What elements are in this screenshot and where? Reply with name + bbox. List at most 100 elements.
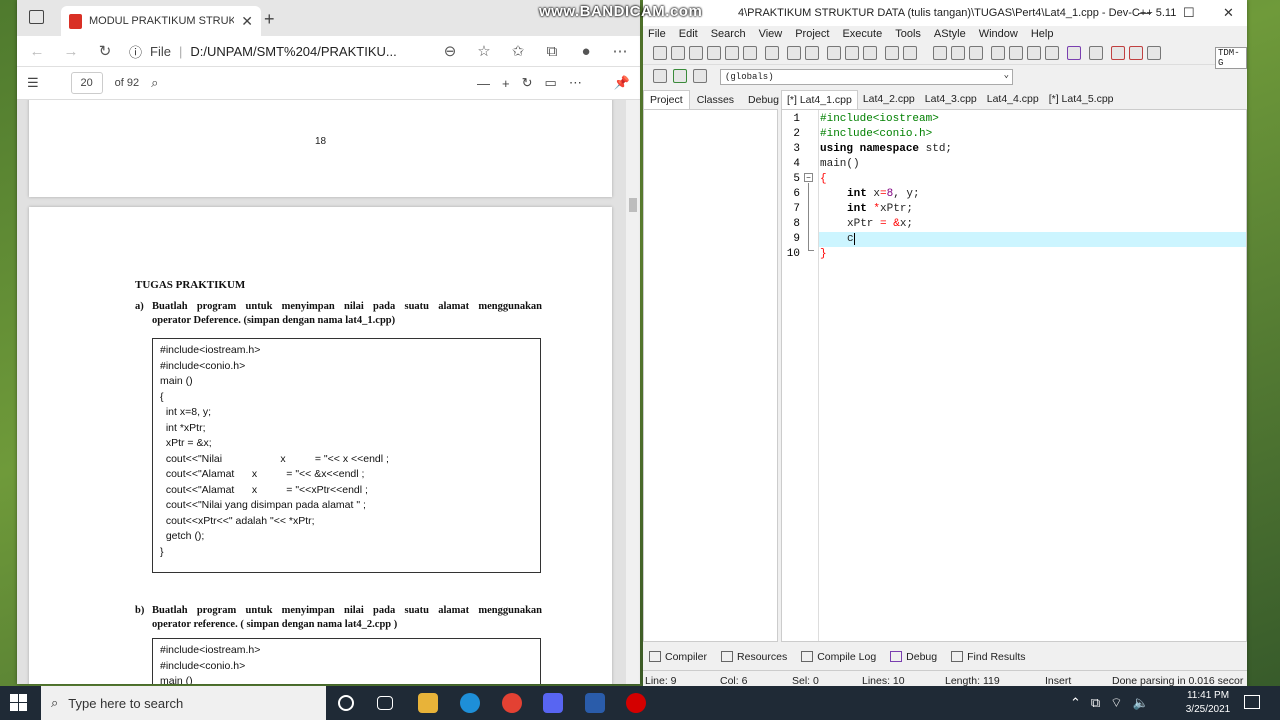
tab-find-results[interactable]: Find Results: [951, 651, 1025, 663]
menu-edit[interactable]: Edit: [679, 28, 698, 40]
pin-icon[interactable]: 📌: [614, 75, 630, 91]
tray-chevron-icon[interactable]: ⌃: [1070, 695, 1081, 711]
menu-search[interactable]: Search: [711, 28, 746, 40]
unindent-icon[interactable]: [951, 46, 965, 60]
favorites-icon[interactable]: ✩: [508, 42, 528, 60]
file-tab-lat4-4[interactable]: Lat4_4.cpp: [982, 90, 1044, 110]
chrome-icon[interactable]: [502, 693, 522, 713]
find-next-icon[interactable]: [863, 46, 877, 60]
network-icon[interactable]: ⌔: [1110, 695, 1122, 711]
file-tab-lat4-5[interactable]: [*] Lat4_5.cpp: [1044, 90, 1119, 110]
back-icon[interactable]: ←: [27, 43, 47, 60]
notifications-icon[interactable]: [1244, 695, 1260, 709]
tab-compile-log[interactable]: Compile Log: [801, 651, 876, 663]
taskbar-search[interactable]: ⌕ Type here to search: [41, 686, 326, 720]
info-icon[interactable]: ⓘ: [129, 42, 142, 61]
zoom-icon[interactable]: ⊖: [440, 42, 460, 60]
check-syntax-icon[interactable]: [1067, 46, 1081, 60]
find-text-icon[interactable]: [827, 46, 841, 60]
new-file-icon[interactable]: [653, 46, 667, 60]
code-editor[interactable]: 1 2 3 4 5 6 7 8 9 10 − #include<iostream…: [781, 109, 1247, 642]
find-icon[interactable]: ⌕: [151, 75, 158, 91]
add-to-project-icon[interactable]: [1009, 46, 1023, 60]
close-icon[interactable]: ✕: [1223, 5, 1234, 21]
fit-page-icon[interactable]: ▭: [545, 75, 557, 91]
indent-icon[interactable]: [933, 46, 947, 60]
menu-file[interactable]: File: [648, 28, 666, 40]
print-icon[interactable]: [765, 46, 779, 60]
more-icon[interactable]: ⋯: [610, 42, 630, 60]
save-icon[interactable]: [689, 46, 703, 60]
volume-icon[interactable]: 🔈: [1132, 695, 1148, 711]
file-tab-lat4-2[interactable]: Lat4_2.cpp: [858, 90, 920, 110]
tab-project[interactable]: Project: [643, 90, 690, 110]
page-number-input[interactable]: 20: [70, 72, 103, 94]
menu-project[interactable]: Project: [795, 28, 829, 40]
compile-run-icon[interactable]: [693, 69, 707, 83]
rotate-icon[interactable]: ↻: [522, 75, 533, 91]
forward-icon[interactable]: →: [61, 43, 81, 60]
globals-dropdown[interactable]: (globals) ⌄: [720, 69, 1013, 85]
menu-window[interactable]: Window: [979, 28, 1018, 40]
tray-app-icon[interactable]: ⧉: [1091, 695, 1100, 711]
tab-actions-icon[interactable]: [29, 10, 44, 24]
file-tab-lat4-1[interactable]: [*] Lat4_1.cpp: [781, 90, 858, 110]
devcpp-taskbar-icon[interactable]: [585, 693, 605, 713]
close-file-icon[interactable]: [725, 46, 739, 60]
toggle-bookmark-icon[interactable]: [903, 46, 917, 60]
zoom-in-icon[interactable]: +: [502, 76, 510, 91]
tab-resources[interactable]: Resources: [721, 651, 787, 663]
bandicam-icon[interactable]: [626, 693, 646, 713]
tab-debug[interactable]: Debug: [741, 90, 786, 110]
address-bar[interactable]: ⓘ File | D:/UNPAM/SMT%204/PRAKTIKU...: [129, 42, 426, 61]
menu-astyle[interactable]: AStyle: [934, 28, 966, 40]
clock[interactable]: 11:41 PM 3/25/2021: [1178, 689, 1238, 717]
reload-icon[interactable]: ↻: [95, 42, 115, 60]
save-all-icon[interactable]: [707, 46, 721, 60]
file-tab-lat4-3[interactable]: Lat4_3.cpp: [920, 90, 982, 110]
project-panel[interactable]: [643, 109, 778, 642]
profile-analysis-icon[interactable]: [1111, 46, 1125, 60]
new-project-icon[interactable]: [991, 46, 1005, 60]
run-icon[interactable]: [673, 69, 687, 83]
delete-profiling-icon[interactable]: [1129, 46, 1143, 60]
discord-icon[interactable]: [543, 693, 563, 713]
debug-icon[interactable]: [1147, 46, 1161, 60]
contents-icon[interactable]: ☰: [27, 75, 39, 91]
fold-toggle-icon[interactable]: −: [804, 173, 813, 182]
pdf-scrollbar[interactable]: [626, 100, 640, 684]
tab-debug-output[interactable]: Debug: [890, 651, 937, 663]
edge-icon[interactable]: [460, 693, 480, 713]
comment-icon[interactable]: [969, 46, 983, 60]
start-button-icon[interactable]: [10, 694, 27, 711]
redo-icon[interactable]: [805, 46, 819, 60]
pdf-viewer[interactable]: 18 TUGAS PRAKTIKUM a) Buatlah program un…: [17, 100, 640, 684]
stop-execution-icon[interactable]: [1089, 46, 1103, 60]
goto-line-icon[interactable]: [885, 46, 899, 60]
project-options-icon[interactable]: [1045, 46, 1059, 60]
open-file-icon[interactable]: [671, 46, 685, 60]
tab-classes[interactable]: Classes: [690, 90, 741, 110]
menu-view[interactable]: View: [759, 28, 783, 40]
maximize-icon[interactable]: ☐: [1183, 5, 1195, 21]
favorite-add-icon[interactable]: ☆: [474, 42, 494, 60]
menu-tools[interactable]: Tools: [895, 28, 921, 40]
close-all-icon[interactable]: [743, 46, 757, 60]
replace-icon[interactable]: [845, 46, 859, 60]
menu-help[interactable]: Help: [1031, 28, 1054, 40]
file-explorer-icon[interactable]: [418, 693, 438, 713]
tab-pdf[interactable]: MODUL PRAKTIKUM STRUKTUR ✕: [61, 6, 261, 36]
zoom-out-icon[interactable]: —: [477, 76, 490, 91]
pdf-more-icon[interactable]: ⋯: [569, 75, 582, 91]
task-view-icon[interactable]: [377, 696, 393, 710]
cortana-icon[interactable]: [338, 695, 354, 711]
remove-from-project-icon[interactable]: [1027, 46, 1041, 60]
close-tab-icon[interactable]: ✕: [241, 13, 253, 30]
scrollbar-thumb[interactable]: [629, 198, 637, 212]
new-tab-button[interactable]: +: [264, 9, 275, 30]
tab-compiler[interactable]: Compiler: [649, 651, 707, 663]
collections-icon[interactable]: ⧉: [542, 43, 562, 60]
profile-icon[interactable]: ●: [576, 43, 596, 60]
undo-icon[interactable]: [787, 46, 801, 60]
menu-execute[interactable]: Execute: [842, 28, 882, 40]
